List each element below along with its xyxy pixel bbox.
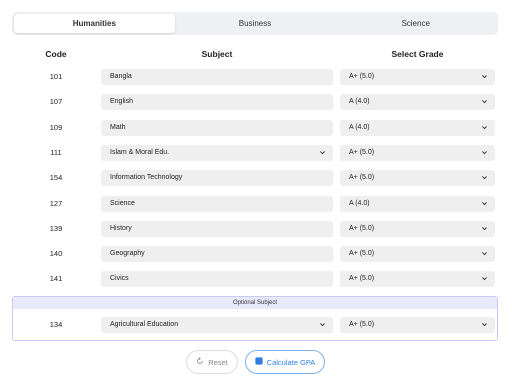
subject-code: 101 bbox=[49, 72, 63, 81]
subject-field: Science bbox=[101, 196, 333, 212]
reset-button[interactable]: Reset bbox=[186, 350, 238, 374]
subject-field: English bbox=[101, 94, 333, 110]
subject-row: 111 Islam & Moral Edu. A+ (5.0) bbox=[0, 145, 512, 161]
subject-name: History bbox=[110, 225, 132, 232]
subject-name: Civics bbox=[110, 275, 129, 282]
column-header-subject: Subject bbox=[201, 49, 233, 59]
grade-value: A+ (5.0) bbox=[349, 275, 375, 282]
subject-name: Bangla bbox=[110, 73, 132, 80]
subject-field: Math bbox=[101, 120, 333, 136]
grade-value: A+ (5.0) bbox=[349, 149, 375, 156]
subject-code: 107 bbox=[49, 97, 63, 106]
subject-code: 109 bbox=[49, 123, 63, 132]
subject-row: 140 Geography A+ (5.0) bbox=[0, 246, 512, 262]
tab-business[interactable]: Business bbox=[175, 14, 336, 33]
calculate-gpa-button[interactable]: Calculate GPA bbox=[245, 350, 325, 374]
chevron-down-icon bbox=[481, 225, 488, 232]
subject-name: Geography bbox=[110, 250, 145, 257]
column-header-code: Code bbox=[45, 49, 67, 59]
stream-tabs: Humanities Business Science bbox=[12, 12, 498, 35]
calculate-gpa-label: Calculate GPA bbox=[266, 357, 316, 367]
chevron-down-icon bbox=[481, 321, 488, 328]
chevron-down-icon bbox=[481, 200, 488, 207]
reset-label: Reset bbox=[208, 357, 228, 367]
subject-code: 140 bbox=[49, 249, 63, 258]
subject-code: 154 bbox=[49, 173, 63, 182]
reset-icon bbox=[196, 357, 204, 367]
subject-code: 111 bbox=[50, 148, 62, 157]
subject-code: 134 bbox=[49, 320, 63, 329]
grade-value: A+ (5.0) bbox=[349, 321, 375, 328]
grade-select[interactable]: A (4.0) bbox=[340, 120, 495, 136]
subject-row: 139 History A+ (5.0) bbox=[0, 221, 512, 237]
calculator-icon bbox=[255, 357, 263, 367]
subject-row: 154 Information Technology A+ (5.0) bbox=[0, 170, 512, 186]
grade-select[interactable]: A+ (5.0) bbox=[340, 271, 495, 287]
column-header-grade: Select Grade bbox=[391, 49, 444, 59]
subject-field: Information Technology bbox=[101, 170, 333, 186]
subject-row: 141 Civics A+ (5.0) bbox=[0, 271, 512, 287]
subject-code: 141 bbox=[49, 274, 63, 283]
grade-value: A (4.0) bbox=[349, 98, 370, 105]
grade-select[interactable]: A (4.0) bbox=[340, 196, 495, 212]
chevron-down-icon bbox=[481, 73, 488, 80]
grade-select[interactable]: A+ (5.0) bbox=[340, 246, 495, 262]
grade-select[interactable]: A+ (5.0) bbox=[340, 170, 495, 186]
grade-value: A+ (5.0) bbox=[349, 250, 375, 257]
subject-name: English bbox=[110, 98, 133, 105]
subject-row: 101 Bangla A+ (5.0) bbox=[0, 69, 512, 85]
chevron-down-icon bbox=[319, 321, 326, 328]
subject-name: Science bbox=[110, 200, 135, 207]
optional-subject-select[interactable]: Agricultural Education bbox=[101, 317, 333, 333]
subject-code: 139 bbox=[49, 224, 63, 233]
optional-subject-row: 134 Agricultural Education A+ (5.0) bbox=[0, 317, 512, 333]
grade-select[interactable]: A+ (5.0) bbox=[340, 145, 495, 161]
chevron-down-icon bbox=[481, 174, 488, 181]
chevron-down-icon bbox=[319, 149, 326, 156]
subject-name: Information Technology bbox=[110, 174, 183, 181]
subject-name: Islam & Moral Edu. bbox=[110, 149, 170, 156]
subject-field: Geography bbox=[101, 246, 333, 262]
subject-field: History bbox=[101, 221, 333, 237]
chevron-down-icon bbox=[481, 124, 488, 131]
grade-select[interactable]: A+ (5.0) bbox=[340, 69, 495, 85]
grade-select[interactable]: A (4.0) bbox=[340, 94, 495, 110]
subject-name: Agricultural Education bbox=[110, 321, 179, 328]
chevron-down-icon bbox=[481, 149, 488, 156]
subject-row: 109 Math A (4.0) bbox=[0, 120, 512, 136]
subject-row: 127 Science A (4.0) bbox=[0, 196, 512, 212]
subject-field: Bangla bbox=[101, 69, 333, 85]
grade-select[interactable]: A+ (5.0) bbox=[340, 317, 495, 333]
subject-name: Math bbox=[110, 124, 126, 131]
subject-row: 107 English A (4.0) bbox=[0, 94, 512, 110]
subject-field[interactable]: Islam & Moral Edu. bbox=[101, 145, 333, 161]
optional-subject-heading: Optional Subject bbox=[13, 297, 497, 309]
chevron-down-icon bbox=[481, 275, 488, 282]
grade-value: A+ (5.0) bbox=[349, 225, 375, 232]
grade-value: A+ (5.0) bbox=[349, 174, 375, 181]
subject-field: Civics bbox=[101, 271, 333, 287]
tab-humanities[interactable]: Humanities bbox=[14, 14, 175, 33]
chevron-down-icon bbox=[481, 98, 488, 105]
grade-value: A (4.0) bbox=[349, 124, 370, 131]
tab-science[interactable]: Science bbox=[335, 14, 496, 33]
grade-value: A+ (5.0) bbox=[349, 73, 375, 80]
grade-select[interactable]: A+ (5.0) bbox=[340, 221, 495, 237]
subject-code: 127 bbox=[49, 199, 63, 208]
grade-value: A (4.0) bbox=[349, 200, 370, 207]
chevron-down-icon bbox=[481, 250, 488, 257]
